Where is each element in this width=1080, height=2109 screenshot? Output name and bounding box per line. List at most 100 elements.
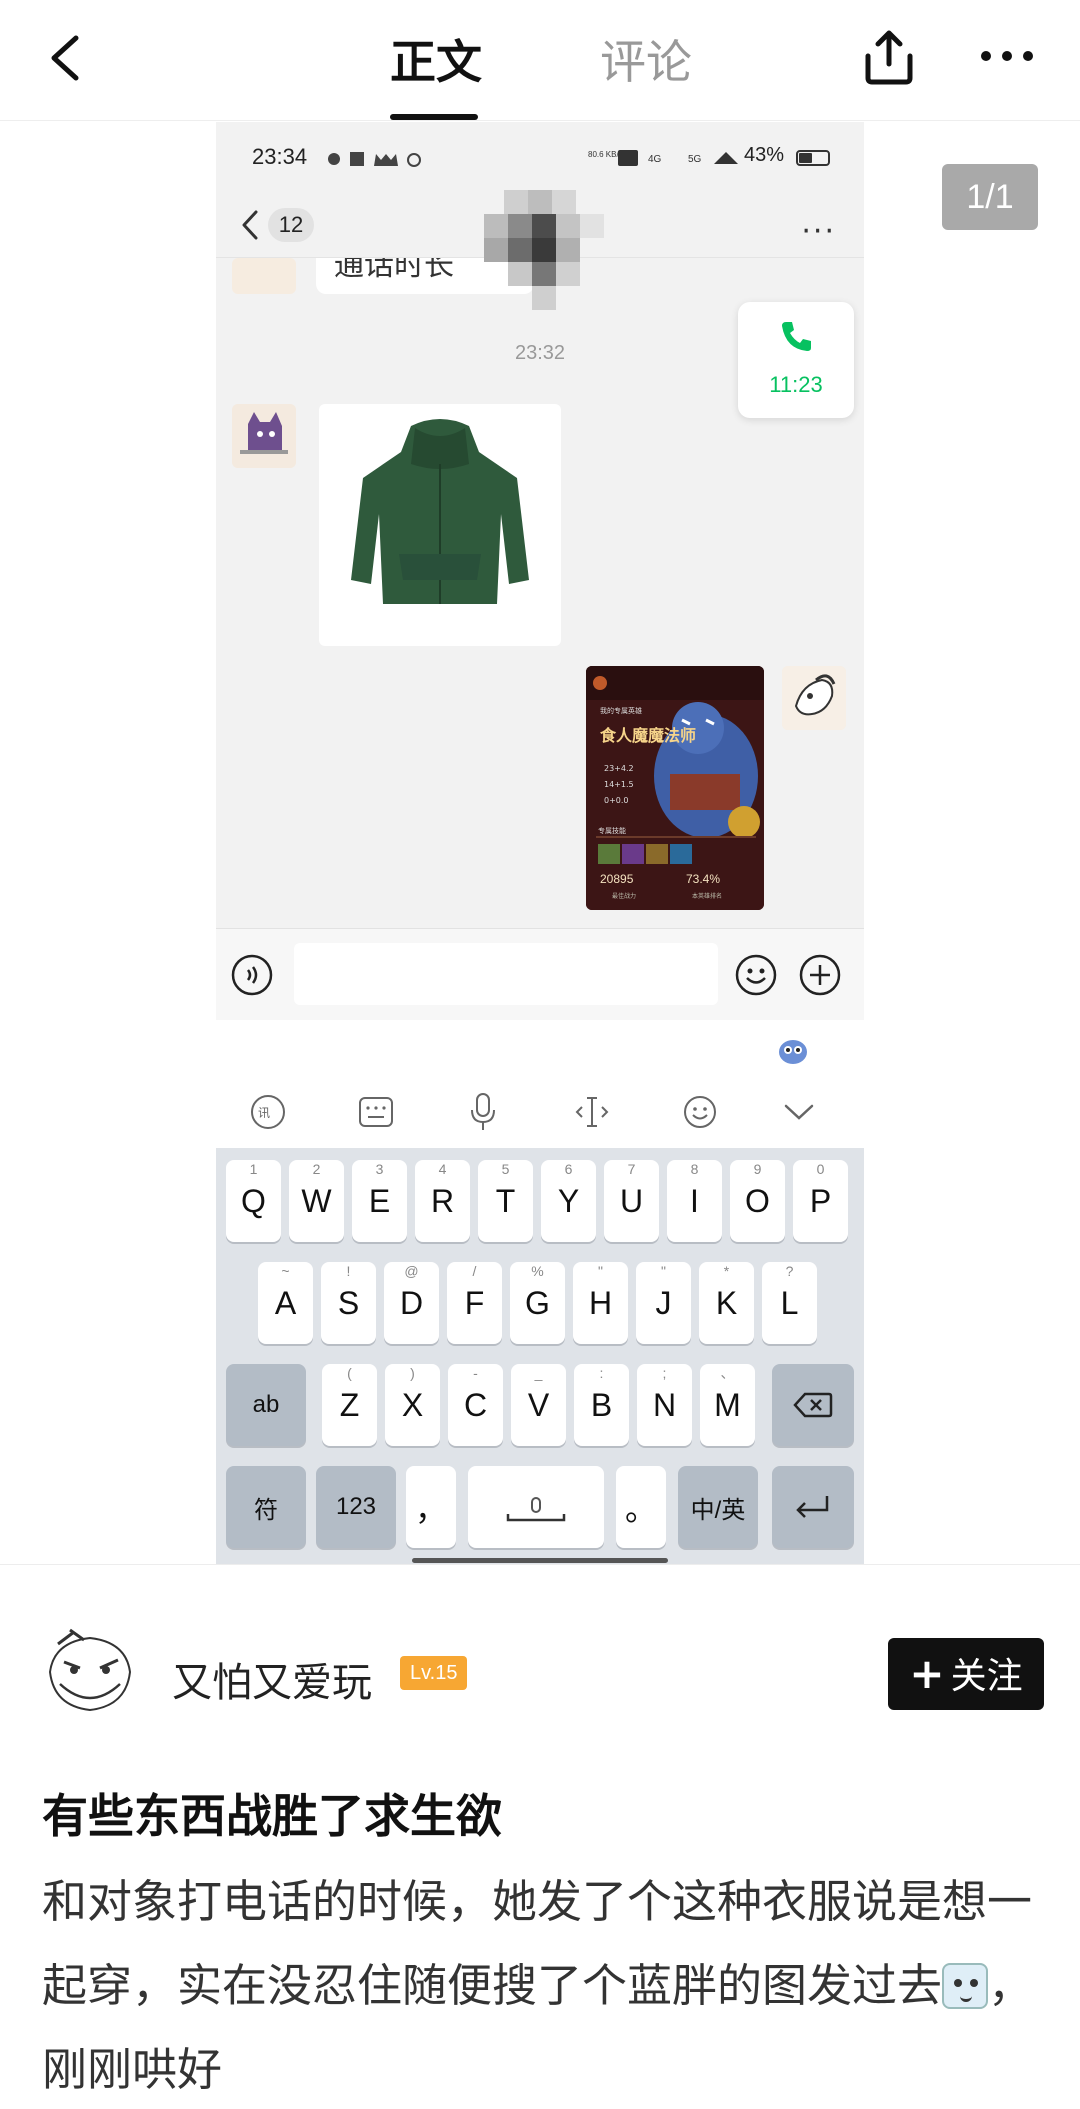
hoodie-image-message[interactable] — [319, 404, 561, 646]
message-input[interactable] — [294, 943, 718, 1005]
game-card-subtitle: 我的专属英雄 — [600, 707, 642, 715]
key-z[interactable]: (Z — [322, 1364, 377, 1446]
key-j[interactable]: " J — [636, 1262, 691, 1344]
chat-more-icon[interactable]: ··· — [801, 214, 836, 249]
key-l[interactable]: ? L — [762, 1262, 817, 1344]
previous-message-text: 通话时长 — [334, 258, 454, 283]
key-period[interactable]: 。 — [616, 1466, 666, 1548]
key-c[interactable]: -C — [448, 1364, 503, 1446]
game-section-label: 专属技能 — [598, 827, 626, 835]
game-stat-2: 14+1.5 — [604, 780, 634, 789]
key-shift[interactable]: ab — [226, 1364, 306, 1446]
key-label: X — [401, 1387, 424, 1423]
more-options-icon[interactable] — [976, 34, 1038, 84]
keyboard-toolbar: 讯 — [216, 1020, 864, 1148]
key-comma[interactable]: ， — [406, 1466, 456, 1548]
post-image-chat-screenshot[interactable]: 23:34 80.6 KB/s 4G 5G 43% 12 ··· 通话时长 23… — [216, 122, 864, 1564]
key-label: K — [715, 1285, 738, 1321]
key-d[interactable]: @ D — [384, 1262, 439, 1344]
svg-text:讯: 讯 — [258, 1106, 270, 1120]
key-space[interactable] — [468, 1466, 604, 1548]
tab-main-text[interactable]: 正文 — [390, 26, 482, 92]
key-v[interactable]: _ V — [511, 1364, 566, 1446]
emoji-panel-icon[interactable] — [682, 1094, 718, 1130]
unread-count-badge: 12 — [268, 208, 314, 242]
key-a[interactable]: ~ A — [258, 1262, 313, 1344]
image-page-indicator: 1/1 — [942, 164, 1038, 230]
game-stat-1: 23+4.2 — [604, 764, 634, 773]
key-secondary-label: ! — [346, 1263, 351, 1279]
game-rank-label: 本英雄排名 — [692, 893, 723, 900]
key-g[interactable]: % G — [510, 1262, 565, 1344]
tab-comments[interactable]: 评论 — [600, 26, 692, 92]
comma-label: ， — [414, 1491, 447, 1527]
voice-input-icon[interactable] — [230, 953, 274, 997]
enter-icon — [796, 1496, 829, 1518]
key-language-toggle[interactable]: 中/英 — [678, 1466, 758, 1548]
key-n[interactable]: ; N — [637, 1364, 692, 1446]
cursor-move-icon[interactable] — [574, 1094, 610, 1130]
key-q[interactable]: 1Q — [226, 1160, 281, 1242]
key-f[interactable]: / F — [447, 1262, 502, 1344]
key-r[interactable]: 4R — [415, 1160, 470, 1242]
cat-avatar-icon — [232, 404, 296, 468]
key-o[interactable]: 9O — [730, 1160, 785, 1242]
key-b[interactable]: :B — [574, 1364, 629, 1446]
key-label: Q — [241, 1183, 266, 1219]
microphone-icon[interactable] — [468, 1092, 498, 1132]
key-secondary-label: " — [598, 1263, 603, 1279]
keyboard-layout-icon[interactable] — [358, 1096, 394, 1128]
key-secondary-label: 2 — [312, 1161, 321, 1177]
post-body-text: 和对象打电话的时候，她发了个这种衣服说是想一起穿，实在没忍住随便搜了个蓝胖的图发… — [42, 1875, 1033, 2012]
handwriting-icon[interactable]: 讯 — [250, 1094, 286, 1130]
censored-mosaic — [484, 172, 634, 332]
back-arrow-icon[interactable] — [38, 28, 98, 88]
key-secondary-label: " — [661, 1263, 666, 1279]
key-backspace[interactable] — [772, 1364, 854, 1446]
key-secondary-label: @ — [404, 1263, 419, 1279]
call-record-card[interactable]: 11:23 — [738, 302, 854, 418]
follow-button[interactable]: + 关注 — [888, 1638, 1044, 1710]
game-hero-image-message[interactable]: 我的专属英雄 食人魔魔法师 23+4.2 14+1.5 0+0.0 专属技能 2… — [586, 666, 764, 910]
emoji-icon[interactable] — [734, 953, 778, 997]
key-label: L — [780, 1285, 799, 1321]
post-title: 有些东西战胜了求生欲 — [42, 1789, 502, 1843]
key-p[interactable]: 0P — [793, 1160, 848, 1242]
key-secondary-label: _ — [534, 1365, 543, 1381]
key-enter[interactable] — [772, 1466, 854, 1548]
key-label: J — [655, 1285, 672, 1321]
keyboard: 1 Q 2 W 3 E 4 R 5 T 6 Y 7 U 8 I 9 O 0 P ~ A! S @ D / F% G " H " J * K? Lab… — [216, 1148, 864, 1564]
follow-label: 关注 — [950, 1656, 1023, 1697]
key-x[interactable]: ) X — [385, 1364, 440, 1446]
key-numbers[interactable]: 123 — [316, 1466, 396, 1548]
key-m[interactable]: 、 M — [700, 1364, 755, 1446]
period-label: 。 — [624, 1491, 657, 1527]
key-i[interactable]: 8I — [667, 1160, 722, 1242]
key-k[interactable]: * K — [699, 1262, 754, 1344]
status-time: 23:34 — [252, 144, 308, 169]
key-e[interactable]: 3E — [352, 1160, 407, 1242]
key-s[interactable]: ! S — [321, 1262, 376, 1344]
add-attachment-icon[interactable] — [798, 953, 842, 997]
chat-input-bar — [216, 928, 864, 1020]
chat-back-icon[interactable] — [240, 208, 260, 242]
share-icon[interactable] — [858, 26, 920, 88]
key-h[interactable]: " H — [573, 1262, 628, 1344]
key-label: I — [690, 1183, 699, 1219]
key-secondary-label: 0 — [816, 1161, 825, 1177]
key-secondary-label: * — [723, 1263, 730, 1279]
key-w[interactable]: 2W — [289, 1160, 344, 1242]
author-avatar[interactable] — [40, 1622, 140, 1722]
game-power-value: 20895 — [600, 872, 634, 886]
key-u[interactable]: 7U — [604, 1160, 659, 1242]
key-y[interactable]: 6Y — [541, 1160, 596, 1242]
sketch-avatar-icon — [782, 666, 846, 730]
collapse-keyboard-icon[interactable] — [782, 1100, 816, 1124]
ime-mascot-icon — [779, 1040, 807, 1064]
key-t[interactable]: 5T — [478, 1160, 533, 1242]
key-secondary-label: ? — [785, 1263, 794, 1279]
key-symbols[interactable]: 符 — [226, 1466, 306, 1548]
author-name[interactable]: 又怕又爱玩 — [172, 1650, 372, 1708]
game-power-label: 最佳战力 — [612, 893, 637, 900]
crying-laugh-emoji-icon — [942, 1963, 989, 2009]
